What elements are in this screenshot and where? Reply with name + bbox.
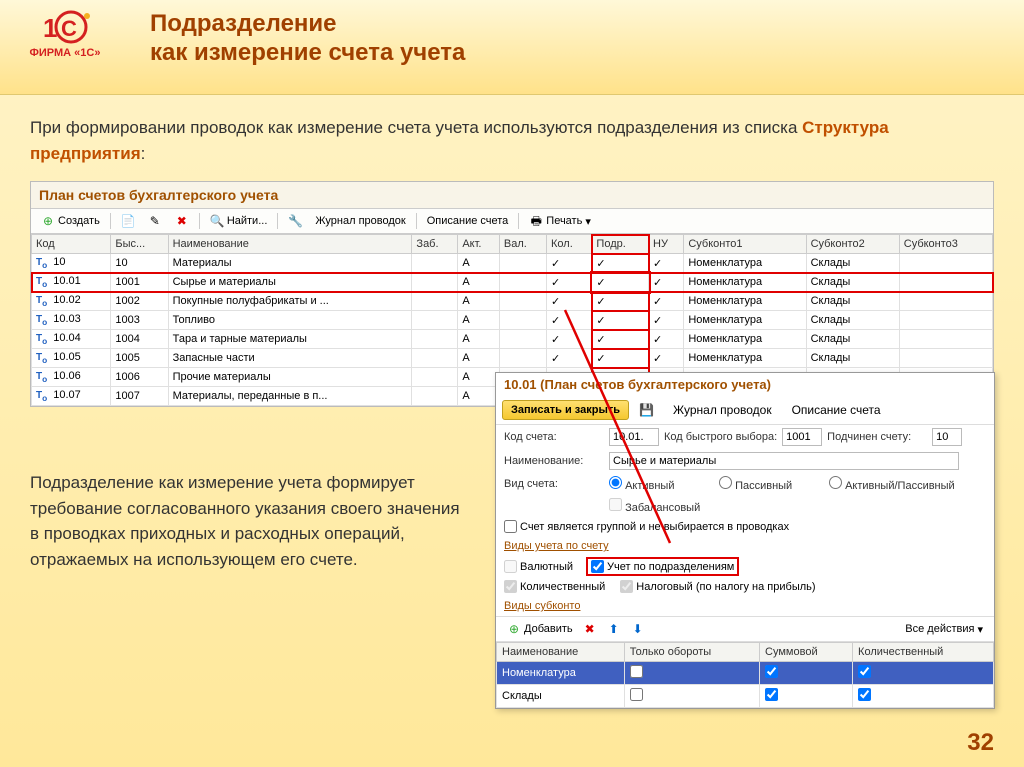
sub-col-header[interactable]: Суммовой — [760, 643, 853, 662]
table-row[interactable]: Tо 1010МатериалыА✓✓✓НоменклатураСклады — [32, 254, 993, 273]
print-icon: 🖶 — [529, 214, 543, 228]
plus-icon: ⊕ — [507, 622, 521, 636]
copy-button[interactable]: 📄 — [116, 212, 140, 230]
pencil-icon: ✎ — [148, 214, 162, 228]
subkonto-section: Виды субконто — [496, 596, 994, 616]
all-actions-button[interactable]: Все действия▾ — [900, 621, 988, 638]
detail-title: 10.01 (План счетов бухгалтерского учета) — [496, 373, 994, 396]
radio-passive[interactable]: Пассивный — [719, 476, 819, 492]
disk-icon: 💾 — [639, 403, 653, 417]
table-row[interactable]: Tо 10.041004Тара и тарные материалыА✓✓✓Н… — [32, 330, 993, 349]
parent-input[interactable] — [932, 428, 962, 446]
panel-title: План счетов бухгалтерского учета — [31, 182, 993, 209]
table-row[interactable]: Tо 10.011001Сырье и материалыА✓✓✓Номенкл… — [32, 273, 993, 292]
add-button[interactable]: ⊕Добавить — [502, 620, 578, 638]
subkonto-row[interactable]: Номенклатура — [497, 662, 994, 685]
tax-cb[interactable]: Налоговый (по налогу на прибыль) — [620, 580, 815, 593]
search-icon: 🔍 — [210, 214, 224, 228]
table-row[interactable]: Tо 10.051005Запасные частиА✓✓✓Номенклату… — [32, 349, 993, 368]
col-header[interactable]: Субконто3 — [899, 235, 992, 254]
col-header[interactable]: Кол. — [547, 235, 592, 254]
svg-text:1: 1 — [43, 13, 57, 43]
subkonto-row[interactable]: Склады — [497, 685, 994, 708]
delete-button[interactable]: ✖ — [170, 212, 194, 230]
col-header[interactable]: Быс... — [111, 235, 168, 254]
logo-brand: ФИРМА «1С» — [20, 47, 110, 59]
col-header[interactable]: Акт. — [458, 235, 500, 254]
plus-icon: ⊕ — [41, 214, 55, 228]
delete-sub-button[interactable]: ✖ — [578, 620, 602, 638]
find-button[interactable]: 🔍Найти... — [205, 212, 273, 230]
sub-col-header[interactable]: Только обороты — [624, 643, 759, 662]
col-header[interactable]: НУ — [649, 235, 684, 254]
parent-label: Подчинен счету: — [827, 431, 927, 443]
title-line2: как измерение счета учета — [150, 39, 465, 68]
detail-journal-button[interactable]: Журнал проводок — [668, 401, 777, 419]
save-button[interactable]: 💾 — [634, 401, 658, 419]
name-input[interactable] — [609, 452, 959, 470]
main-toolbar: ⊕Создать 📄 ✎ ✖ 🔍Найти... 🔧 Журнал провод… — [31, 209, 993, 234]
currency-cb[interactable]: Валютный — [504, 560, 573, 573]
offbalance-cb[interactable]: Забалансовый — [609, 498, 709, 514]
config-button[interactable]: 🔧 — [283, 212, 307, 230]
chevron-down-icon: ▾ — [585, 215, 591, 228]
journal-button[interactable]: Журнал проводок — [310, 213, 410, 229]
radio-active[interactable]: Активный — [609, 476, 709, 492]
delete-icon: ✖ — [175, 214, 189, 228]
arrow-up-icon: ⬆ — [607, 622, 621, 636]
subkonto-table[interactable]: НаименованиеТолько оборотыСуммовойКоличе… — [496, 642, 994, 708]
name-label: Наименование: — [504, 455, 604, 467]
col-header[interactable]: Подр. — [592, 235, 649, 254]
table-row[interactable]: Tо 10.021002Покупные полуфабрикаты и ...… — [32, 292, 993, 311]
logo: 1 С ФИРМА «1С» — [20, 10, 110, 59]
print-button[interactable]: 🖶Печать▾ — [524, 212, 596, 230]
wrench-icon: 🔧 — [288, 214, 302, 228]
account-detail-window: 10.01 (План счетов бухгалтерского учета)… — [495, 372, 995, 709]
types-section: Виды учета по счету — [496, 536, 994, 556]
sub-col-header[interactable]: Количественный — [853, 643, 994, 662]
description-button[interactable]: Описание счета — [422, 213, 514, 229]
chevron-down-icon: ▾ — [977, 623, 983, 636]
copy-icon: 📄 — [121, 214, 135, 228]
radio-ap[interactable]: Активный/Пассивный — [829, 476, 955, 492]
table-row[interactable]: Tо 10.031003ТопливоА✓✓✓НоменклатураСклад… — [32, 311, 993, 330]
create-button[interactable]: ⊕Создать — [36, 212, 105, 230]
col-header[interactable]: Заб. — [412, 235, 458, 254]
description-paragraph: Подразделение как измерение учета формир… — [30, 470, 470, 572]
code-label: Код счета: — [504, 431, 604, 443]
page-number: 32 — [967, 729, 994, 757]
group-cb[interactable]: Счет является группой и не выбирается в … — [504, 520, 789, 533]
intro-text: При формировании проводок как измерение … — [30, 115, 994, 166]
code-input[interactable] — [609, 428, 659, 446]
type-label: Вид счета: — [504, 478, 604, 490]
fast-label: Код быстрого выбора: — [664, 431, 777, 443]
col-header[interactable]: Вал. — [499, 235, 546, 254]
quantity-cb[interactable]: Количественный — [504, 580, 605, 593]
fast-input[interactable] — [782, 428, 822, 446]
logo-1c-icon: 1 С — [35, 10, 95, 45]
sub-col-header[interactable]: Наименование — [497, 643, 625, 662]
svg-text:С: С — [61, 16, 77, 41]
delete-icon: ✖ — [583, 622, 597, 636]
edit-button[interactable]: ✎ — [143, 212, 167, 230]
title-line1: Подразделение — [150, 10, 465, 39]
col-header[interactable]: Субконто1 — [684, 235, 806, 254]
by-dept-cb[interactable]: Учет по подразделениям — [591, 560, 734, 573]
col-header[interactable]: Субконто2 — [806, 235, 899, 254]
save-close-button[interactable]: Записать и закрыть — [502, 400, 629, 420]
movedown-button[interactable]: ⬇ — [626, 620, 650, 638]
col-header[interactable]: Наименование — [168, 235, 412, 254]
col-header[interactable]: Код — [32, 235, 111, 254]
moveup-button[interactable]: ⬆ — [602, 620, 626, 638]
detail-desc-button[interactable]: Описание счета — [787, 401, 886, 419]
arrow-down-icon: ⬇ — [631, 622, 645, 636]
